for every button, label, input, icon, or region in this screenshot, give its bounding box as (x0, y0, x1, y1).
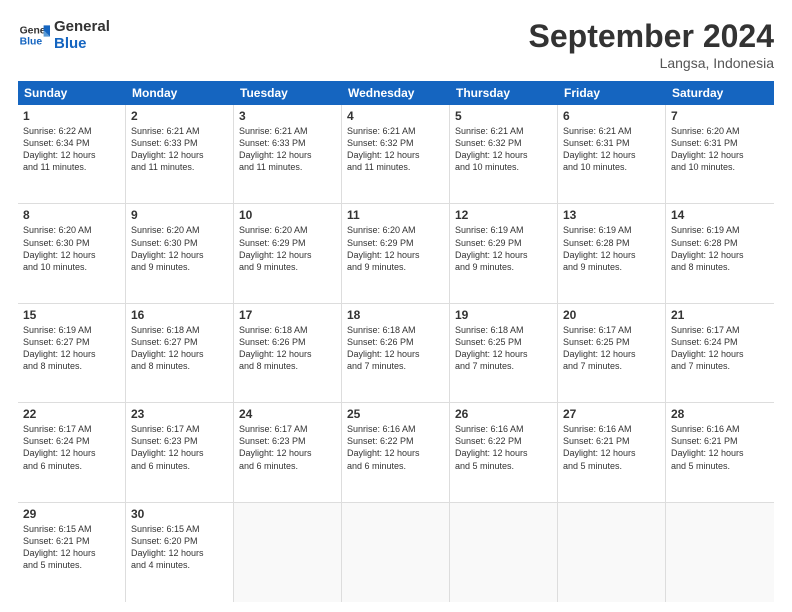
calendar-day-26: 26Sunrise: 6:16 AMSunset: 6:22 PMDayligh… (450, 403, 558, 501)
calendar-row-1: 8Sunrise: 6:20 AMSunset: 6:30 PMDaylight… (18, 204, 774, 303)
calendar-day-1: 1Sunrise: 6:22 AMSunset: 6:34 PMDaylight… (18, 105, 126, 203)
page: General Blue General Blue September 2024… (0, 0, 792, 612)
logo-icon: General Blue (18, 19, 50, 51)
header-thursday: Thursday (450, 81, 558, 105)
calendar-day-27: 27Sunrise: 6:16 AMSunset: 6:21 PMDayligh… (558, 403, 666, 501)
calendar-day-10: 10Sunrise: 6:20 AMSunset: 6:29 PMDayligh… (234, 204, 342, 302)
calendar-day-5: 5Sunrise: 6:21 AMSunset: 6:32 PMDaylight… (450, 105, 558, 203)
location: Langsa, Indonesia (529, 55, 774, 71)
calendar-empty (234, 503, 342, 602)
calendar: Sunday Monday Tuesday Wednesday Thursday… (18, 81, 774, 602)
calendar-day-29: 29Sunrise: 6:15 AMSunset: 6:21 PMDayligh… (18, 503, 126, 602)
calendar-row-3: 22Sunrise: 6:17 AMSunset: 6:24 PMDayligh… (18, 403, 774, 502)
calendar-day-2: 2Sunrise: 6:21 AMSunset: 6:33 PMDaylight… (126, 105, 234, 203)
calendar-day-12: 12Sunrise: 6:19 AMSunset: 6:29 PMDayligh… (450, 204, 558, 302)
calendar-day-25: 25Sunrise: 6:16 AMSunset: 6:22 PMDayligh… (342, 403, 450, 501)
calendar-day-7: 7Sunrise: 6:20 AMSunset: 6:31 PMDaylight… (666, 105, 774, 203)
calendar-row-2: 15Sunrise: 6:19 AMSunset: 6:27 PMDayligh… (18, 304, 774, 403)
calendar-day-8: 8Sunrise: 6:20 AMSunset: 6:30 PMDaylight… (18, 204, 126, 302)
calendar-day-13: 13Sunrise: 6:19 AMSunset: 6:28 PMDayligh… (558, 204, 666, 302)
calendar-day-11: 11Sunrise: 6:20 AMSunset: 6:29 PMDayligh… (342, 204, 450, 302)
calendar-day-4: 4Sunrise: 6:21 AMSunset: 6:32 PMDaylight… (342, 105, 450, 203)
logo-line1: General (54, 18, 110, 35)
svg-text:Blue: Blue (20, 37, 43, 48)
calendar-day-20: 20Sunrise: 6:17 AMSunset: 6:25 PMDayligh… (558, 304, 666, 402)
calendar-day-17: 17Sunrise: 6:18 AMSunset: 6:26 PMDayligh… (234, 304, 342, 402)
calendar-day-30: 30Sunrise: 6:15 AMSunset: 6:20 PMDayligh… (126, 503, 234, 602)
calendar-day-22: 22Sunrise: 6:17 AMSunset: 6:24 PMDayligh… (18, 403, 126, 501)
calendar-day-28: 28Sunrise: 6:16 AMSunset: 6:21 PMDayligh… (666, 403, 774, 501)
calendar-day-18: 18Sunrise: 6:18 AMSunset: 6:26 PMDayligh… (342, 304, 450, 402)
calendar-empty (450, 503, 558, 602)
calendar-day-14: 14Sunrise: 6:19 AMSunset: 6:28 PMDayligh… (666, 204, 774, 302)
header-monday: Monday (126, 81, 234, 105)
title-block: September 2024 Langsa, Indonesia (529, 18, 774, 71)
logo: General Blue General Blue (18, 18, 110, 53)
calendar-day-9: 9Sunrise: 6:20 AMSunset: 6:30 PMDaylight… (126, 204, 234, 302)
header: General Blue General Blue September 2024… (18, 18, 774, 71)
calendar-empty (666, 503, 774, 602)
calendar-body: 1Sunrise: 6:22 AMSunset: 6:34 PMDaylight… (18, 105, 774, 602)
logo-line2: Blue (54, 35, 110, 52)
calendar-day-3: 3Sunrise: 6:21 AMSunset: 6:33 PMDaylight… (234, 105, 342, 203)
header-tuesday: Tuesday (234, 81, 342, 105)
calendar-row-0: 1Sunrise: 6:22 AMSunset: 6:34 PMDaylight… (18, 105, 774, 204)
header-sunday: Sunday (18, 81, 126, 105)
calendar-day-6: 6Sunrise: 6:21 AMSunset: 6:31 PMDaylight… (558, 105, 666, 203)
calendar-empty (558, 503, 666, 602)
calendar-empty (342, 503, 450, 602)
header-wednesday: Wednesday (342, 81, 450, 105)
month-title: September 2024 (529, 18, 774, 55)
calendar-day-23: 23Sunrise: 6:17 AMSunset: 6:23 PMDayligh… (126, 403, 234, 501)
calendar-header: Sunday Monday Tuesday Wednesday Thursday… (18, 81, 774, 105)
calendar-day-19: 19Sunrise: 6:18 AMSunset: 6:25 PMDayligh… (450, 304, 558, 402)
header-friday: Friday (558, 81, 666, 105)
calendar-day-24: 24Sunrise: 6:17 AMSunset: 6:23 PMDayligh… (234, 403, 342, 501)
calendar-day-21: 21Sunrise: 6:17 AMSunset: 6:24 PMDayligh… (666, 304, 774, 402)
calendar-row-4: 29Sunrise: 6:15 AMSunset: 6:21 PMDayligh… (18, 503, 774, 602)
calendar-day-16: 16Sunrise: 6:18 AMSunset: 6:27 PMDayligh… (126, 304, 234, 402)
calendar-day-15: 15Sunrise: 6:19 AMSunset: 6:27 PMDayligh… (18, 304, 126, 402)
header-saturday: Saturday (666, 81, 774, 105)
